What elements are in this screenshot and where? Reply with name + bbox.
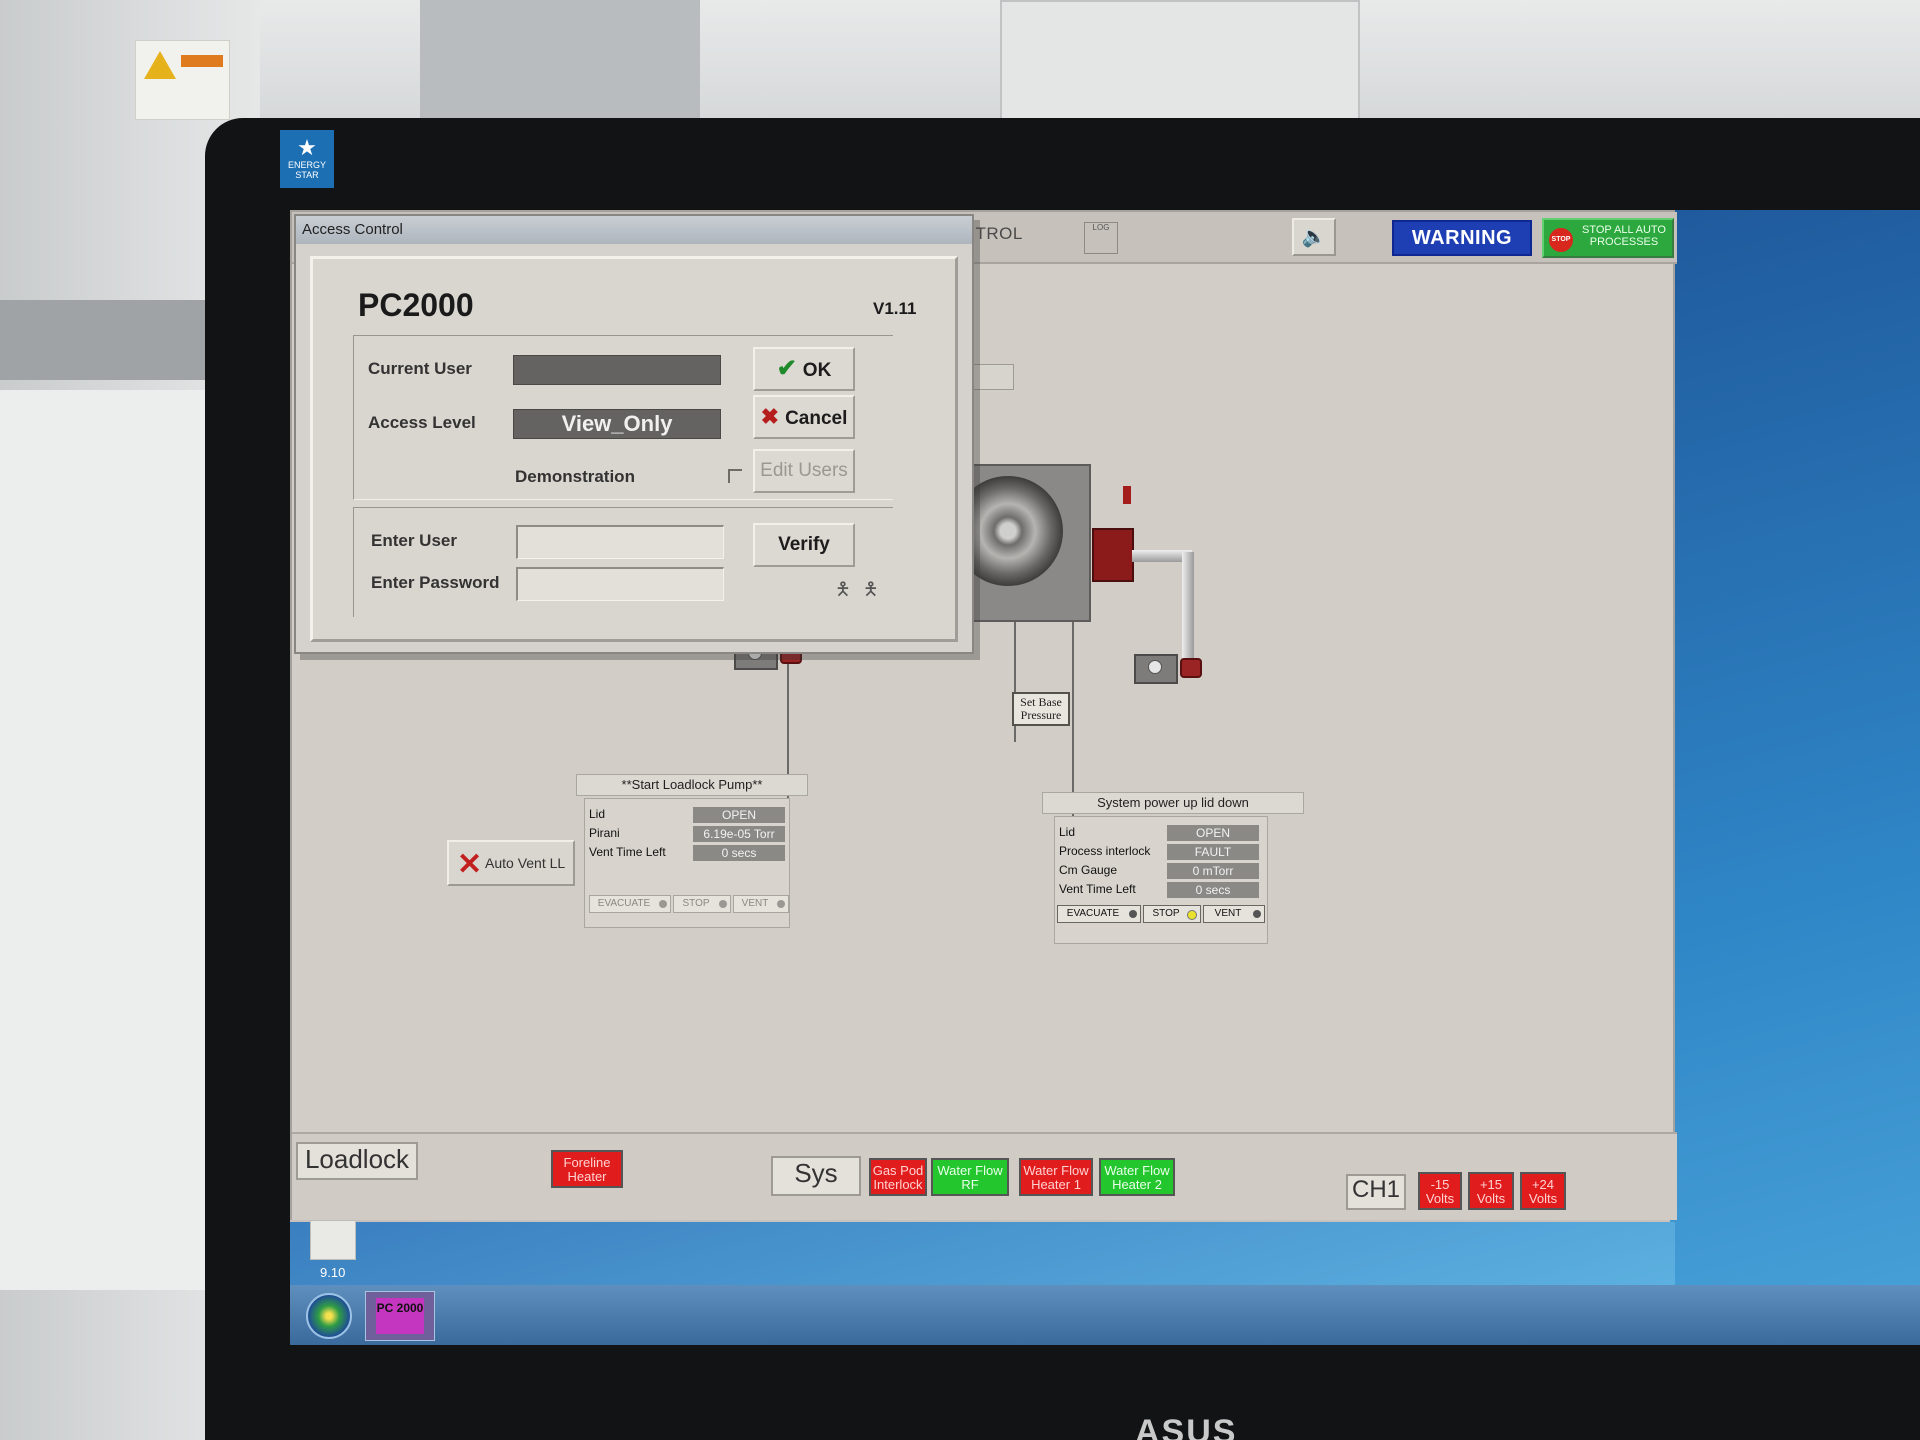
dialog-body: PC2000 V1.11 Current User Access Level V… xyxy=(310,256,958,642)
desktop-shortcut-icon[interactable] xyxy=(310,1220,356,1260)
warning-button[interactable]: WARNING xyxy=(1392,220,1532,256)
loadlock-lid-value: OPEN xyxy=(693,807,785,823)
loadlock-evacuate-button[interactable]: EVACUATE xyxy=(589,895,671,913)
water-flow-rf-indicator[interactable]: Water Flow RF xyxy=(931,1158,1009,1196)
auto-vent-ll-button[interactable]: ✕ Auto Vent LL xyxy=(447,840,575,886)
access-level-label: Access Level xyxy=(368,413,476,432)
pc2000-app-window: UMP CONTROL LOG 🔈 WARNING STOP STOP ALL … xyxy=(290,210,1677,1220)
system-row-label: Process interlock xyxy=(1059,844,1151,858)
plus-15-volts-indicator[interactable]: +15 Volts xyxy=(1468,1172,1514,1210)
valve-actuator xyxy=(1123,486,1131,504)
current-user-field xyxy=(513,355,721,385)
water-flow-heater1-indicator[interactable]: Water Flow Heater 1 xyxy=(1019,1158,1093,1196)
speaker-button[interactable]: 🔈 xyxy=(1292,218,1336,256)
ch1-label[interactable]: CH1 xyxy=(1346,1174,1406,1210)
enter-password-input[interactable] xyxy=(516,567,724,601)
enter-user-label: Enter User xyxy=(371,531,457,550)
edit-users-button[interactable]: Edit Users xyxy=(753,449,855,493)
system-stop-button[interactable]: STOP xyxy=(1143,905,1201,923)
demonstration-label: Demonstration xyxy=(515,467,635,486)
version-label: V1.11 xyxy=(873,299,917,318)
water-flow-heater2-indicator[interactable]: Water Flow Heater 2 xyxy=(1099,1158,1175,1196)
system-cm-gauge-value: 0 mTorr xyxy=(1167,863,1259,879)
close-icon: ✖ xyxy=(760,404,780,429)
warning-triangle-icon xyxy=(144,51,176,79)
system-panel-title: System power up lid down xyxy=(1042,792,1304,814)
valve-body xyxy=(1101,490,1125,502)
enter-user-input[interactable] xyxy=(516,525,724,559)
stop-all-label: STOP ALL AUTO PROCESSES xyxy=(1582,224,1666,248)
cancel-label: Cancel xyxy=(785,408,848,429)
system-vent-time-value: 0 secs xyxy=(1167,882,1259,898)
access-level-field: View_Only xyxy=(513,409,721,439)
pump-knob xyxy=(1148,660,1162,674)
loadlock-status-label[interactable]: Loadlock xyxy=(296,1142,418,1180)
energy-star-logo: ★ ENERGY STAR xyxy=(280,130,334,188)
warning-sticker xyxy=(135,40,230,120)
monitor-brand: ASUS xyxy=(1135,1413,1238,1440)
speaker-icon: 🔈 xyxy=(1301,226,1327,248)
cancel-button[interactable]: ✖ Cancel xyxy=(753,395,855,439)
screen: UMP CONTROL LOG 🔈 WARNING STOP STOP ALL … xyxy=(290,210,1920,1345)
chamber-pump-valve-icon[interactable] xyxy=(1134,644,1204,688)
equipment-door xyxy=(1000,0,1360,125)
system-vent-button[interactable]: VENT xyxy=(1203,905,1265,923)
close-icon: ✕ xyxy=(457,848,483,881)
ok-button[interactable]: ✔ OK xyxy=(753,347,855,391)
energy-star-label: ENERGY STAR xyxy=(287,160,326,180)
users-icon: 🯅🯅 xyxy=(835,579,891,599)
loadlock-panel: Lid OPEN Pirani 6.19e-05 Torr Vent Time … xyxy=(584,798,790,928)
desktop-shortcut-label: 9.10 xyxy=(320,1265,346,1280)
taskbar-pc2000-button[interactable]: PC 2000 xyxy=(365,1291,435,1341)
system-lid-value: OPEN xyxy=(1167,825,1259,841)
system-row-label: Vent Time Left xyxy=(1059,882,1136,896)
system-evacuate-button[interactable]: EVACUATE xyxy=(1057,905,1141,923)
taskbar: PC 2000 xyxy=(290,1285,1920,1345)
stop-sign-icon: STOP xyxy=(1549,228,1573,252)
warning-label-bar xyxy=(181,55,223,67)
system-row-label: Lid xyxy=(1059,825,1076,839)
loadlock-vent-time-value: 0 secs xyxy=(693,845,785,861)
equipment-block xyxy=(420,0,700,125)
pump-cap xyxy=(1180,658,1202,678)
access-control-dialog: Access Control PC2000 V1.11 Current User… xyxy=(294,214,974,654)
log-label: LOG xyxy=(1092,223,1110,232)
auto-vent-label: Auto Vent LL xyxy=(485,855,566,871)
system-interlock-value: FAULT xyxy=(1167,844,1259,860)
desktop-wallpaper-strip xyxy=(290,1222,1675,1285)
loadlock-vent-button[interactable]: VENT xyxy=(733,895,789,913)
enter-password-label: Enter Password xyxy=(371,573,500,592)
loadlock-row-label: Lid xyxy=(589,807,606,821)
foreline-heater-indicator[interactable]: Foreline Heater xyxy=(551,1150,623,1188)
desktop-wallpaper xyxy=(1670,210,1920,1345)
loadlock-row-label: Vent Time Left xyxy=(589,845,666,859)
current-user-label: Current User xyxy=(368,359,472,378)
plus-24-volts-indicator[interactable]: +24 Volts xyxy=(1520,1172,1566,1210)
loadlock-stop-button[interactable]: STOP xyxy=(673,895,731,913)
log-button[interactable]: LOG xyxy=(1084,222,1118,254)
gas-valve-icon[interactable] xyxy=(1097,484,1133,506)
pc2000-task-icon: PC 2000 xyxy=(376,1298,424,1334)
status-bar: Loadlock Foreline Heater Sys Gas Pod Int… xyxy=(292,1132,1677,1220)
minus-15-volts-indicator[interactable]: -15 Volts xyxy=(1418,1172,1462,1210)
system-row-label: Cm Gauge xyxy=(1059,863,1118,877)
energy-star-icon: ★ xyxy=(297,135,317,160)
stop-all-auto-processes-button[interactable]: STOP STOP ALL AUTO PROCESSES xyxy=(1542,218,1674,258)
demonstration-checkbox[interactable] xyxy=(728,469,742,483)
set-base-pressure-button[interactable]: Set Base Pressure xyxy=(1012,692,1070,726)
loadlock-row-label: Pirani xyxy=(589,826,620,840)
gate-valve-icon[interactable] xyxy=(1092,528,1134,582)
product-title: PC2000 xyxy=(358,287,474,323)
system-panel: Lid OPEN Process interlock FAULT Cm Gaug… xyxy=(1054,816,1268,944)
checkmark-icon: ✔ xyxy=(776,355,797,382)
loadlock-panel-title: **Start Loadlock Pump** xyxy=(576,774,808,796)
dialog-titlebar[interactable]: Access Control xyxy=(296,216,972,244)
ok-label: OK xyxy=(802,360,832,381)
gas-pod-interlock-indicator[interactable]: Gas Pod Interlock xyxy=(869,1158,927,1196)
verify-button[interactable]: Verify xyxy=(753,523,855,567)
sys-status-label[interactable]: Sys xyxy=(771,1156,861,1196)
start-button[interactable] xyxy=(306,1293,352,1339)
loadlock-pirani-value: 6.19e-05 Torr xyxy=(693,826,785,842)
